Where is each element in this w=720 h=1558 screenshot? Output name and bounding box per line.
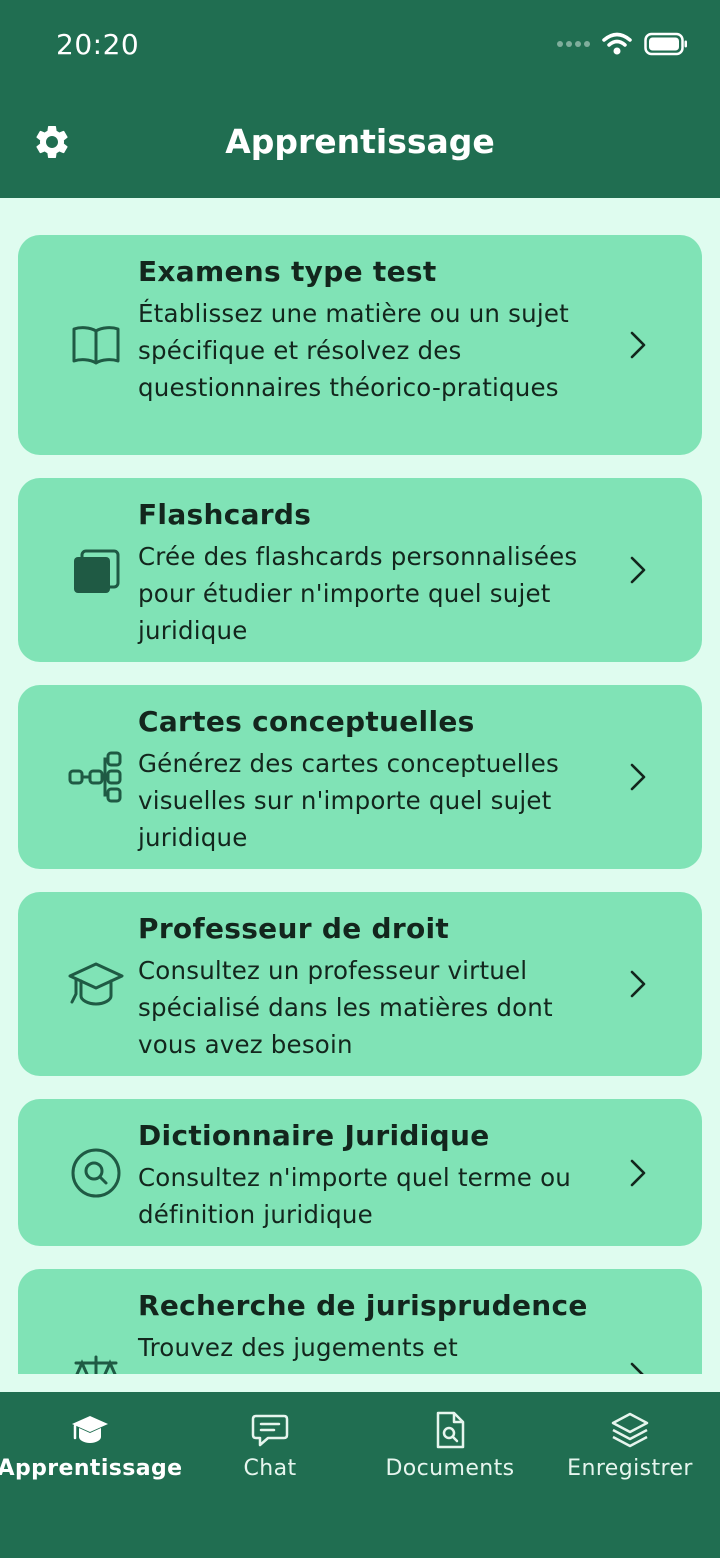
card-title: Cartes conceptuelles bbox=[138, 705, 475, 738]
tab-enregistrer[interactable]: Enregistrer bbox=[540, 1392, 720, 1502]
chevron-right-icon bbox=[630, 1159, 646, 1187]
tab-label: Apprentissage bbox=[0, 1456, 183, 1481]
tab-documents[interactable]: Documents bbox=[360, 1392, 540, 1502]
card-flashcards[interactable]: Flashcards Crée des flashcards personnal… bbox=[18, 478, 702, 662]
card-dictionnaire[interactable]: Dictionnaire Juridique Consultez n'impor… bbox=[18, 1099, 702, 1246]
card-professeur[interactable]: Professeur de droit Consultez un profess… bbox=[18, 892, 702, 1076]
card-title: Professeur de droit bbox=[138, 912, 450, 945]
book-icon bbox=[72, 326, 120, 365]
chevron-right-icon bbox=[630, 331, 646, 359]
search-circle-icon bbox=[71, 1148, 121, 1198]
tab-label: Chat bbox=[243, 1456, 297, 1481]
mind-map-icon bbox=[68, 751, 122, 803]
app-header: Apprentissage bbox=[0, 92, 720, 198]
card-description: Consultez un professeur virtuel spéciali… bbox=[138, 956, 553, 1059]
tab-label: Documents bbox=[385, 1456, 515, 1481]
page-title: Apprentissage bbox=[225, 122, 495, 161]
wifi-icon bbox=[602, 32, 632, 55]
chevron-right-icon bbox=[630, 1362, 644, 1374]
card-description: Établissez une matière ou un sujet spéci… bbox=[138, 299, 569, 402]
card-cartes-conceptuelles[interactable]: Cartes conceptuelles Générez des cartes … bbox=[18, 685, 702, 869]
signal-icon bbox=[557, 41, 590, 47]
tab-apprentissage[interactable]: Apprentissage bbox=[0, 1392, 183, 1502]
flashcards-icon bbox=[74, 549, 120, 593]
tab-label: Enregistrer bbox=[567, 1456, 693, 1481]
card-title: Examens type test bbox=[138, 255, 437, 288]
layers-icon bbox=[611, 1412, 649, 1448]
status-time: 20:20 bbox=[56, 28, 140, 61]
chevron-right-icon bbox=[630, 970, 646, 998]
chevron-right-icon bbox=[630, 556, 646, 584]
chevron-right-icon bbox=[630, 763, 646, 791]
card-examens[interactable]: Examens type test Établissez une matière… bbox=[18, 235, 702, 455]
battery-icon bbox=[644, 32, 687, 56]
scales-icon bbox=[74, 1355, 118, 1374]
bottom-tab-bar: Apprentissage Chat Documents Enregistrer bbox=[0, 1392, 720, 1558]
card-jurisprudence[interactable]: Recherche de jurisprudence Trouvez des j… bbox=[18, 1269, 702, 1374]
document-search-icon bbox=[436, 1411, 465, 1449]
card-title: Recherche de jurisprudence bbox=[138, 1289, 588, 1322]
card-title: Flashcards bbox=[138, 498, 312, 531]
card-description: Consultez n'importe quel terme ou défini… bbox=[138, 1163, 571, 1229]
card-title: Dictionnaire Juridique bbox=[138, 1119, 490, 1152]
status-icons bbox=[556, 32, 688, 56]
status-bar: 20:20 bbox=[0, 0, 720, 92]
card-description: Crée des flashcards personnalisées pour … bbox=[138, 542, 578, 645]
graduation-cap-icon bbox=[72, 1416, 108, 1443]
chat-icon bbox=[251, 1414, 289, 1447]
tab-chat[interactable]: Chat bbox=[180, 1392, 360, 1502]
card-description: Générez des cartes conceptuelles visuell… bbox=[138, 749, 560, 852]
card-description: Trouvez des jugements et bbox=[138, 1333, 458, 1362]
graduation-cap-icon bbox=[68, 962, 124, 1006]
feature-list[interactable]: Examens type test Établissez une matière… bbox=[0, 198, 720, 1374]
